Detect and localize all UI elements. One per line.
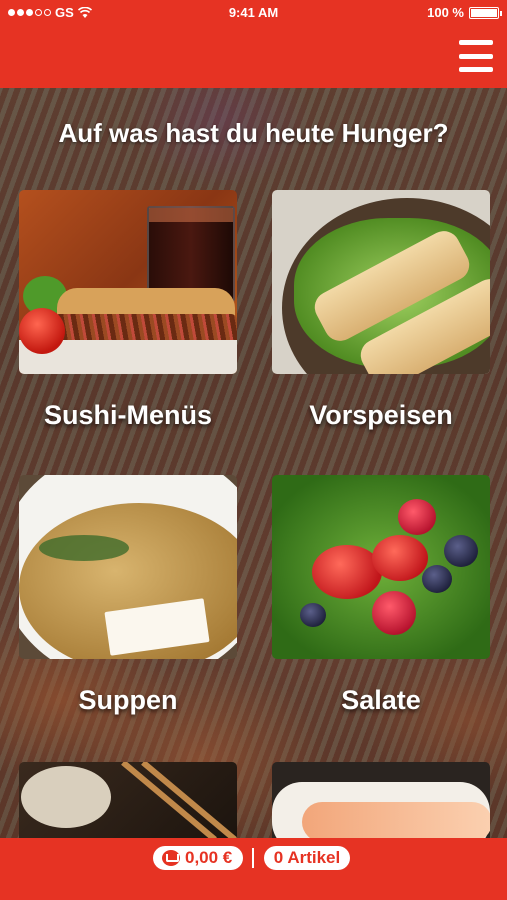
category-label: Salate [341,685,421,715]
cart-item-count: 0 Artikel [273,848,341,867]
category-tile-vorspeisen[interactable]: Vorspeisen [272,190,490,430]
divider [252,848,254,868]
cart-bar: 0,00 € 0 Artikel [0,838,507,900]
menu-icon[interactable] [459,40,493,72]
cart-icon [162,850,180,866]
battery-icon [469,6,502,19]
category-tile-partial-right[interactable] [272,762,490,838]
category-image [272,475,490,659]
status-right: 100 % [427,5,502,20]
category-image [272,762,490,838]
page-title: Auf was hast du heute Hunger? [58,118,449,148]
category-image [272,190,490,374]
category-label: Suppen [78,685,178,715]
app-header [0,26,507,88]
category-label: Vorspeisen [309,400,453,430]
category-tile-sushi-menus[interactable]: Sushi-Menüs [19,190,237,430]
category-image [19,762,237,838]
category-image [19,190,237,374]
category-label: Sushi-Menüs [43,400,212,430]
category-image [19,475,237,659]
category-tile-suppen[interactable]: Suppen [19,475,237,715]
category-tile-partial-left[interactable] [19,762,237,838]
cart-total: 0,00 € [185,848,233,867]
status-bar: GS 9:41 AM 100 % [0,0,507,26]
category-tile-salate[interactable]: Salate [272,475,490,715]
battery-percent: 100 % [427,5,464,20]
cart-total-button[interactable]: 0,00 € [153,846,243,870]
cart-items-button[interactable]: 0 Artikel [264,846,350,870]
